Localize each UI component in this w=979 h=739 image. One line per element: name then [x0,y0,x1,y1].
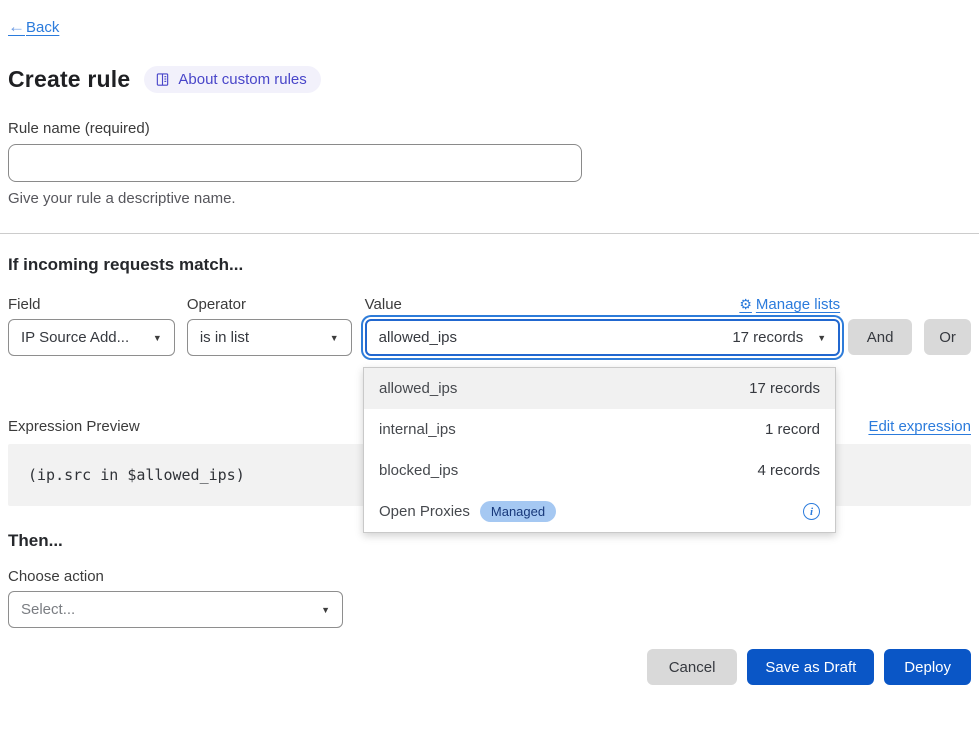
rule-name-label: Rule name (required) [8,120,971,137]
chevron-down-icon: ▼ [817,333,826,343]
list-option-name: blocked_ips [379,462,458,479]
condition-row: Field IP Source Add... ▼ Operator is in … [8,296,971,356]
value-column: Value ⚙ Manage lists allowed_ips 17 reco… [365,296,840,356]
operator-label: Operator [187,296,352,313]
info-icon[interactable]: i [803,503,820,520]
list-option-blocked-ips[interactable]: blocked_ips 4 records [364,450,835,491]
list-option-open-proxies[interactable]: Open Proxies Managed i [364,491,835,532]
list-option-name: internal_ips [379,421,456,438]
expression-preview-label: Expression Preview [8,418,140,435]
value-label: Value [365,296,402,313]
field-label: Field [8,296,175,313]
expression-code: (ip.src in $allowed_ips) [28,466,245,484]
create-rule-page: ←Back Create rule About custom rules Rul… [0,0,979,739]
rule-name-input[interactable] [8,144,582,182]
list-option-meta: 4 records [757,462,820,479]
about-badge-label: About custom rules [178,71,306,88]
managed-badge: Managed [480,501,556,522]
list-option-meta: 17 records [749,380,820,397]
back-arrow-icon: ← [8,17,25,36]
section-divider [0,233,979,234]
then-section: Then... Choose action Select... ▼ [8,531,971,628]
value-select-meta: 17 records [732,329,803,346]
gear-icon: ⚙ [739,296,752,313]
list-dropdown-menu: allowed_ips 17 records internal_ips 1 re… [363,367,836,533]
action-select-placeholder: Select... [21,601,75,618]
rule-name-section: Rule name (required) Give your rule a de… [8,120,971,207]
about-custom-rules-badge[interactable]: About custom rules [144,66,320,93]
deploy-button[interactable]: Deploy [884,649,971,685]
list-option-internal-ips[interactable]: internal_ips 1 record [364,409,835,450]
list-option-meta: 1 record [765,421,820,438]
value-label-row: Value ⚙ Manage lists [365,296,840,313]
match-heading: If incoming requests match... [8,255,971,275]
match-section: If incoming requests match... Field IP S… [8,255,971,356]
cancel-button[interactable]: Cancel [647,649,738,685]
or-button[interactable]: Or [924,319,971,355]
field-column: Field IP Source Add... ▼ [8,296,175,356]
field-select[interactable]: IP Source Add... ▼ [8,319,175,356]
value-select[interactable]: allowed_ips 17 records ▼ [365,319,840,356]
list-option-name-wrap: Open Proxies Managed [379,501,556,522]
operator-select-value: is in list [200,329,249,346]
list-option-name: Open Proxies [379,503,470,520]
back-label: Back [26,19,59,36]
field-select-value: IP Source Add... [21,329,129,346]
operator-select[interactable]: is in list ▼ [187,319,352,356]
back-link[interactable]: ←Back [8,19,59,36]
title-row: Create rule About custom rules [8,66,971,93]
and-button[interactable]: And [848,319,912,355]
action-select[interactable]: Select... ▼ [8,591,343,628]
list-option-allowed-ips[interactable]: allowed_ips 17 records [364,368,835,409]
value-select-value: allowed_ips [379,329,457,346]
value-select-right: 17 records ▼ [732,329,826,346]
book-icon [155,72,170,87]
page-title: Create rule [8,66,130,93]
manage-lists-link[interactable]: ⚙ Manage lists [739,296,840,313]
manage-lists-label: Manage lists [756,296,840,313]
chevron-down-icon: ▼ [321,605,330,615]
back-row: ←Back [8,0,971,37]
operator-column: Operator is in list ▼ [187,296,352,356]
chevron-down-icon: ▼ [153,333,162,343]
footer-actions: Cancel Save as Draft Deploy [8,649,971,685]
edit-expression-link[interactable]: Edit expression [868,418,971,435]
rule-name-help: Give your rule a descriptive name. [8,190,971,207]
chevron-down-icon: ▼ [330,333,339,343]
then-heading: Then... [8,531,971,551]
list-option-name: allowed_ips [379,380,457,397]
choose-action-label: Choose action [8,568,971,585]
save-as-draft-button[interactable]: Save as Draft [747,649,874,685]
